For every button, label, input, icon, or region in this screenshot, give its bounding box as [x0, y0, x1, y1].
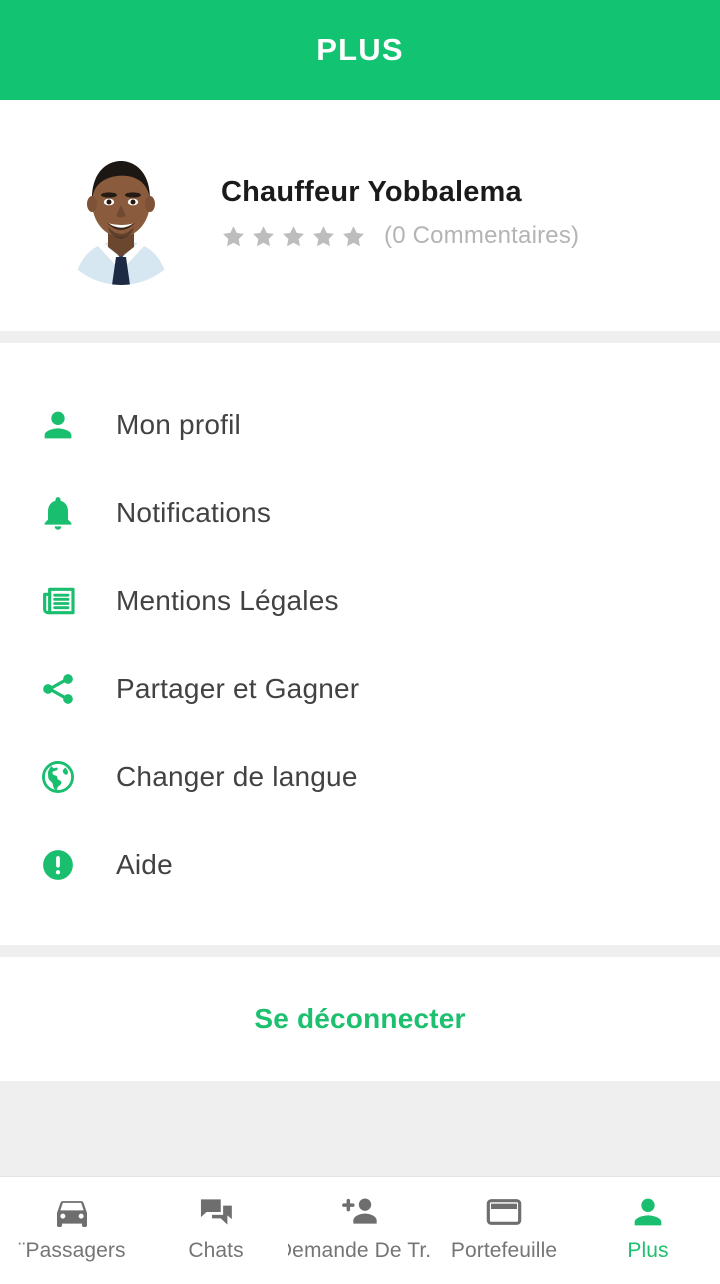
tab-chats[interactable]: Chats: [144, 1191, 288, 1263]
star-icon: [253, 226, 274, 247]
app-header: PLUS: [0, 0, 720, 100]
tab-plus[interactable]: Plus: [576, 1191, 720, 1263]
logout-button[interactable]: Se déconnecter: [0, 957, 720, 1081]
empty-space: [0, 1081, 720, 1176]
tab-label: Chats: [188, 1239, 244, 1262]
section-divider: [0, 945, 720, 957]
page-title: PLUS: [316, 32, 404, 67]
menu-item-label: Partager et Gagner: [116, 673, 360, 704]
tab-portefeuille[interactable]: Portefeuille: [432, 1191, 576, 1263]
tab-label: Plus: [627, 1239, 669, 1262]
menu-item-mon-profil[interactable]: Mon profil: [0, 381, 720, 469]
add-person-icon: [340, 1191, 380, 1233]
rating-stars: [221, 224, 366, 249]
menu-list: Mon profil Notifications Mentions Légale…: [0, 343, 720, 945]
menu-item-label: Mentions Légales: [116, 585, 339, 616]
tab-label: ¨Passagers: [18, 1239, 126, 1262]
menu-item-label: Aide: [116, 849, 173, 880]
bottom-navigation: ¨Passagers Chats Demande De Tr...: [0, 1176, 720, 1284]
app-screen: PLUS Chauffeur Yobbalema (0 Commentaires…: [0, 0, 720, 1284]
profile-info: Chauffeur Yobbalema (0 Commentaires): [221, 175, 579, 257]
chat-icon: [197, 1191, 235, 1233]
person-icon: [0, 405, 116, 445]
menu-item-partager-et-gagner[interactable]: Partager et Gagner: [0, 645, 720, 733]
reviews-count: (0 Commentaires): [384, 222, 580, 250]
star-icon: [223, 226, 244, 247]
profile-card[interactable]: Chauffeur Yobbalema (0 Commentaires): [0, 100, 720, 331]
star-icon: [313, 226, 334, 247]
menu-item-aide[interactable]: Aide: [0, 821, 720, 909]
share-icon: [0, 669, 116, 709]
tab-label: Portefeuille: [450, 1239, 558, 1262]
globe-icon: [0, 758, 116, 796]
section-divider: [0, 331, 720, 343]
tab-passagers[interactable]: ¨Passagers: [0, 1191, 144, 1263]
rating-row: (0 Commentaires): [221, 222, 579, 250]
menu-item-changer-de-langue[interactable]: Changer de langue: [0, 733, 720, 821]
exclamation-circle-icon: [0, 846, 116, 884]
bell-icon: [0, 493, 116, 533]
logout-label: Se déconnecter: [254, 1003, 466, 1034]
profile-name: Chauffeur Yobbalema: [221, 175, 522, 208]
person-icon: [628, 1191, 668, 1233]
menu-item-mentions-legales[interactable]: Mentions Légales: [0, 557, 720, 645]
tab-demande-de-transport[interactable]: Demande De Tr...: [288, 1191, 432, 1263]
tab-label: Demande De Tr...: [288, 1239, 432, 1262]
menu-item-label: Mon profil: [116, 409, 241, 440]
newspaper-icon: [0, 581, 116, 621]
star-icon: [283, 226, 304, 247]
menu-item-label: Changer de langue: [116, 761, 358, 792]
avatar: [52, 146, 190, 285]
menu-item-notifications[interactable]: Notifications: [0, 469, 720, 557]
scroll-content: Chauffeur Yobbalema (0 Commentaires) Mon…: [0, 100, 720, 1176]
credit-card-icon: [484, 1191, 524, 1233]
car-icon: [52, 1191, 92, 1233]
star-icon: [343, 226, 364, 247]
menu-item-label: Notifications: [116, 497, 272, 528]
